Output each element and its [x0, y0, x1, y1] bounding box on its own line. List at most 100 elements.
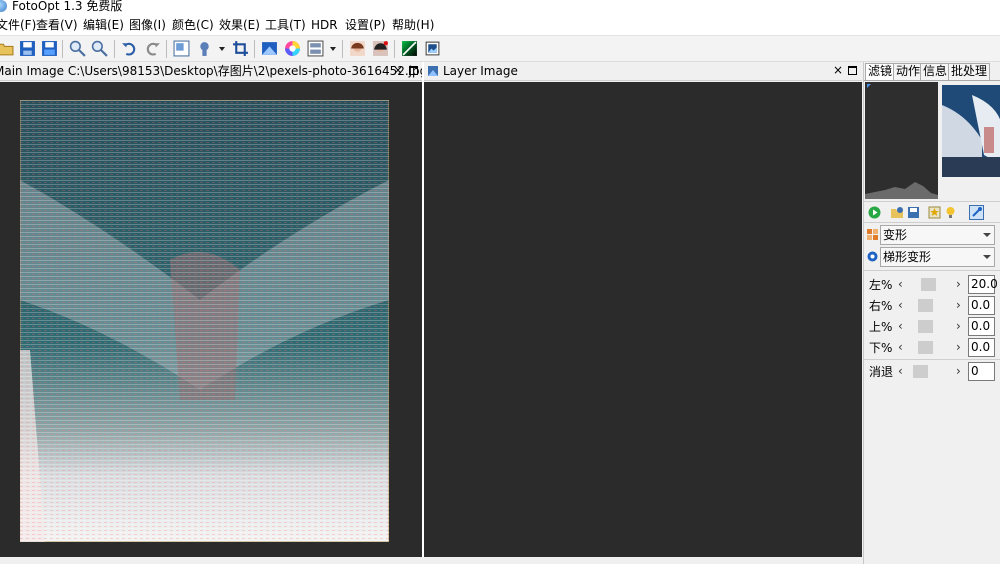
redo-icon[interactable] [144, 40, 161, 57]
status-bar [0, 557, 863, 564]
save-as-icon[interactable] [41, 40, 58, 57]
param-bottom: 下% ‹ › 0.0 [864, 338, 1000, 358]
histogram [865, 82, 938, 199]
toolbar-separator [166, 40, 167, 58]
divider [864, 270, 1000, 271]
main-image-panel-title: Main Image C:\Users\98153\Desktop\存图片\2\… [0, 64, 428, 78]
zoom-out-icon[interactable] [91, 40, 108, 57]
chevron-down-icon [983, 233, 991, 237]
chevron-right-icon[interactable]: › [956, 340, 961, 354]
layer-image-panel-header: Layer Image × [424, 62, 862, 81]
chevron-right-icon[interactable]: › [956, 277, 961, 291]
param-top-label: 上% [869, 320, 893, 334]
menu-tools[interactable]: 工具(T) [265, 18, 306, 32]
chevron-left-icon[interactable]: ‹ [898, 364, 903, 378]
layer-image-close-button[interactable]: × [833, 63, 843, 77]
save-icon[interactable] [19, 40, 36, 57]
frame-icon[interactable] [424, 40, 441, 57]
param-top-value[interactable]: 0.0 [968, 317, 995, 336]
histogram-graph [865, 84, 938, 199]
undo-icon[interactable] [121, 40, 138, 57]
toolbar-separator [62, 40, 63, 58]
filter-category-value: 变形 [883, 228, 908, 242]
layer-image-panel-title: Layer Image [443, 64, 518, 78]
slider-thumb[interactable] [912, 365, 928, 378]
toolbar-separator [254, 40, 255, 58]
menu-image[interactable]: 图像(I) [129, 18, 166, 32]
zoom-in-icon[interactable] [69, 40, 86, 57]
portrait-enhance-icon[interactable] [372, 40, 389, 57]
favorite-icon[interactable] [928, 206, 941, 219]
chevron-right-icon[interactable]: › [956, 298, 961, 312]
gradient-icon[interactable] [401, 40, 418, 57]
window-title: FotoOpt 1.3 免费版 [12, 0, 123, 13]
param-top: 上% ‹ › 0.0 [864, 317, 1000, 337]
slider-thumb[interactable] [917, 320, 933, 333]
resize-icon[interactable] [173, 40, 190, 57]
slider-thumb[interactable] [917, 341, 933, 354]
toolbar-separator [342, 40, 343, 58]
effect-icon [867, 251, 878, 262]
menu-edit[interactable]: 编辑(E) [83, 18, 124, 32]
filter-category-select[interactable]: 变形 [880, 225, 995, 245]
menu-file[interactable]: 文件(F) [0, 18, 36, 32]
load-preset-icon[interactable] [890, 206, 904, 219]
param-fade-label: 消退 [869, 365, 894, 379]
param-fade-value[interactable]: 0 [968, 362, 995, 381]
app-icon [0, 0, 7, 12]
adjust-icon[interactable] [196, 40, 213, 57]
chevron-left-icon[interactable]: ‹ [898, 340, 903, 354]
menu-view[interactable]: 查看(V) [36, 18, 78, 32]
param-bottom-label: 下% [869, 341, 893, 355]
menu-hdr[interactable]: HDR [311, 18, 338, 32]
crop-icon[interactable] [232, 40, 249, 57]
param-bottom-value[interactable]: 0.0 [968, 338, 995, 357]
color-wheel-icon[interactable] [284, 40, 301, 57]
chevron-right-icon[interactable]: › [956, 319, 961, 333]
param-left-value[interactable]: 20.0 [968, 275, 998, 294]
filter-effect-select[interactable]: 梯形变形 [880, 247, 995, 267]
menu-effects[interactable]: 效果(E) [219, 18, 260, 32]
tab-filters[interactable]: 滤镜 [865, 63, 896, 81]
main-image-canvas[interactable] [0, 82, 422, 557]
tab-batch[interactable]: 批处理 [948, 63, 991, 80]
main-image-close-button[interactable]: × [393, 63, 403, 77]
param-right: 右% ‹ › 0.0 [864, 296, 1000, 316]
chevron-right-icon[interactable]: › [956, 364, 961, 378]
tab-info[interactable]: 信息 [920, 63, 951, 80]
slider-thumb[interactable] [920, 278, 936, 291]
tab-actions[interactable]: 动作 [893, 63, 924, 80]
film-dropdown-icon[interactable] [330, 47, 336, 51]
menu-settings[interactable]: 设置(P) [345, 18, 386, 32]
save-preset-icon[interactable] [907, 206, 920, 219]
menu-help[interactable]: 帮助(H) [392, 18, 434, 32]
portrait-icon[interactable] [349, 40, 366, 57]
chevron-left-icon[interactable]: ‹ [898, 277, 903, 291]
open-icon[interactable] [0, 40, 14, 57]
filter-panel-body: 变形 梯形变形 左% ‹ › 20.0 右% ‹ › 0.0 上% ‹ › 0.… [864, 80, 1000, 564]
menu-bar: 文件(F) 查看(V) 编辑(E) 图像(I) 颜色(C) 效果(E) 工具(T… [0, 14, 1000, 36]
film-icon[interactable] [307, 40, 324, 57]
preview-thumbnail[interactable] [942, 85, 1000, 177]
divider [864, 359, 1000, 360]
toolbar-separator [394, 40, 395, 58]
menu-color[interactable]: 颜色(C) [172, 18, 214, 32]
param-left-label: 左% [869, 278, 893, 292]
eyedropper-icon[interactable] [969, 205, 984, 220]
chevron-left-icon[interactable]: ‹ [898, 298, 903, 312]
play-icon[interactable] [868, 206, 881, 219]
main-image-maximize-button[interactable] [409, 66, 418, 75]
levels-icon[interactable] [261, 40, 278, 57]
transform-icon [867, 229, 878, 240]
toolbar [0, 36, 1000, 62]
slider-thumb[interactable] [917, 299, 933, 312]
param-right-label: 右% [869, 299, 893, 313]
chevron-left-icon[interactable]: ‹ [898, 319, 903, 333]
param-fade: 消退 ‹ › 0 [864, 362, 1000, 382]
adjust-dropdown-icon[interactable] [219, 47, 225, 51]
layer-image-canvas[interactable] [424, 82, 862, 557]
param-right-value[interactable]: 0.0 [968, 296, 995, 315]
filter-panel: 滤镜 动作 信息 批处理 变形 梯形变形 左% ‹ › 20.0 右% ‹ › … [863, 62, 1000, 564]
tips-icon[interactable] [944, 206, 957, 219]
layer-image-maximize-button[interactable] [848, 66, 857, 75]
